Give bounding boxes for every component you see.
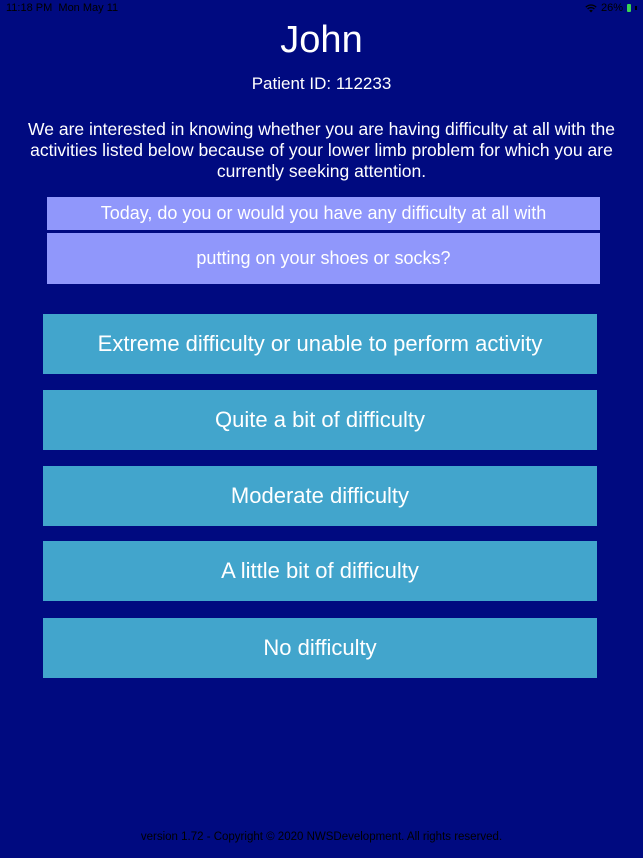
- answer-a-little-bit-button[interactable]: A little bit of difficulty: [43, 541, 597, 601]
- answer-extreme-difficulty-button[interactable]: Extreme difficulty or unable to perform …: [43, 314, 597, 374]
- intro-text: We are interested in knowing whether you…: [28, 119, 615, 181]
- patient-name: John: [280, 19, 363, 61]
- wifi-icon: [585, 3, 597, 12]
- status-right: 26%: [585, 2, 637, 14]
- battery-tail: [635, 6, 637, 10]
- status-time-text: 11:18 PM: [6, 2, 53, 14]
- status-time: 11:18 PM Mon May 11: [6, 2, 118, 14]
- question-prompt: Today, do you or would you have any diff…: [47, 197, 600, 230]
- status-date-text: Mon May 11: [58, 2, 119, 14]
- battery-icon: [627, 4, 631, 12]
- answer-no-difficulty-button[interactable]: No difficulty: [43, 618, 597, 678]
- answer-moderate-button[interactable]: Moderate difficulty: [43, 466, 597, 526]
- patient-id: Patient ID: 112233: [251, 74, 392, 93]
- status-bar: 11:18 PM Mon May 11 26%: [0, 0, 643, 16]
- battery-percent: 26%: [600, 2, 623, 14]
- answer-quite-a-bit-button[interactable]: Quite a bit of difficulty: [43, 390, 597, 450]
- footer-copyright: version 1.72 - Copyright © 2020 NWSDevel…: [140, 831, 503, 843]
- question-activity: putting on your shoes or socks?: [47, 233, 600, 284]
